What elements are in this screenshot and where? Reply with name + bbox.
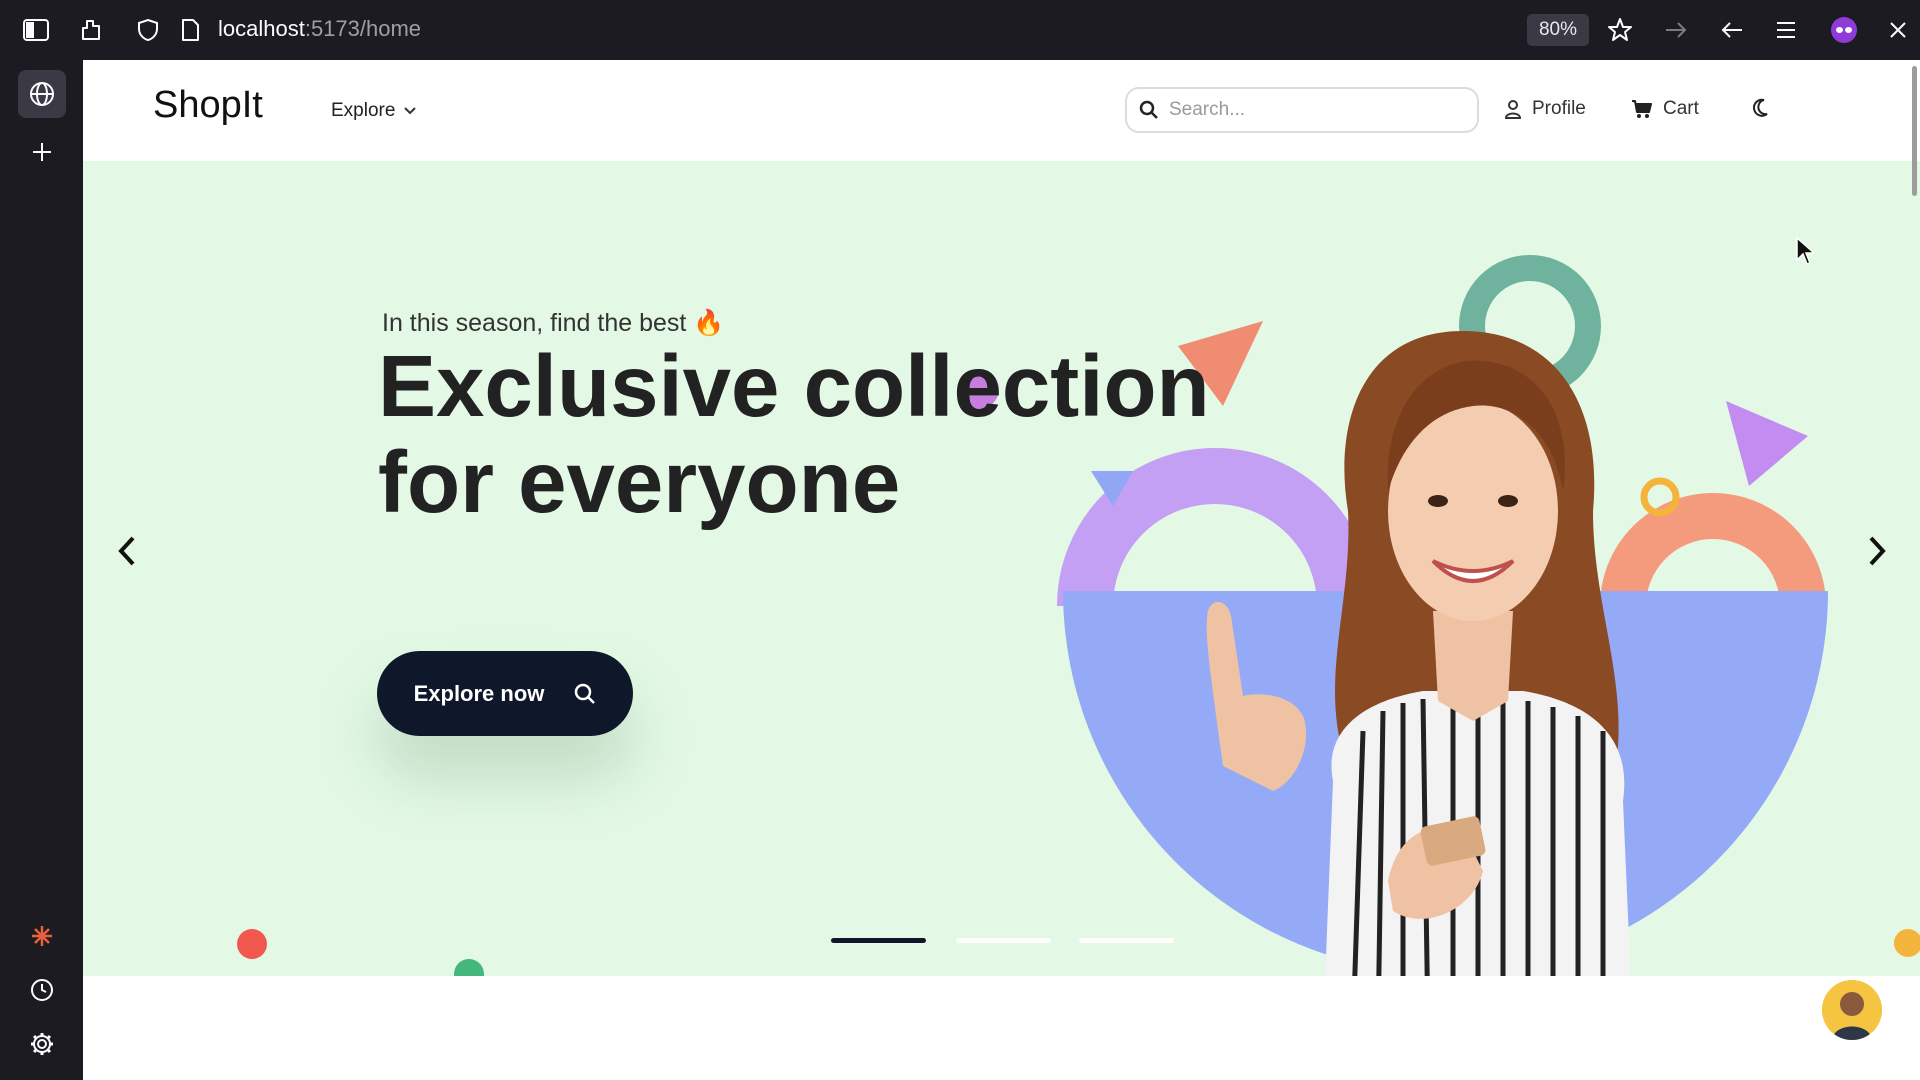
chevron-right-icon <box>1869 536 1886 566</box>
carousel-indicator-2[interactable] <box>956 938 1051 943</box>
hero-title-line-1: Exclusive collection <box>378 338 1210 435</box>
web-page: ShopIt Explore Profile Cart <box>83 60 1920 1080</box>
carousel-next-button[interactable] <box>1857 531 1897 571</box>
user-icon <box>1504 100 1522 119</box>
extensions-icon[interactable] <box>75 14 107 46</box>
sparkle-icon[interactable] <box>18 912 66 960</box>
hero-carousel: In this season, find the best 🔥 Exclusiv… <box>83 161 1920 976</box>
close-icon[interactable] <box>1882 14 1914 46</box>
explore-dropdown[interactable]: Explore <box>331 100 417 122</box>
chevron-left-icon <box>118 536 135 566</box>
page-icon <box>174 14 206 46</box>
cart-icon <box>1632 100 1652 118</box>
search-icon <box>575 683 596 704</box>
explore-now-label: Explore now <box>413 680 545 706</box>
settings-icon[interactable] <box>18 1020 66 1068</box>
search-input[interactable] <box>1169 99 1459 121</box>
carousel-indicator-3[interactable] <box>1079 938 1174 943</box>
purple-triangle-shape <box>1726 401 1808 486</box>
site-navbar: ShopIt Explore Profile Cart <box>83 60 1920 161</box>
orange-dot <box>1894 929 1920 957</box>
menu-icon[interactable] <box>1770 14 1802 46</box>
url-host: localhost <box>218 16 305 41</box>
url-path: :5173/home <box>304 16 422 41</box>
carousel-prev-button[interactable] <box>107 531 147 571</box>
site-logo[interactable]: ShopIt <box>153 84 263 127</box>
sidebar-toggle-icon[interactable] <box>20 14 52 46</box>
address-bar[interactable]: localhost:5173/home <box>218 16 421 42</box>
cart-link[interactable]: Cart <box>1631 98 1699 120</box>
explore-label: Explore <box>331 100 396 121</box>
search-icon <box>1139 100 1158 119</box>
green-dot <box>454 959 484 976</box>
page-scrollbar[interactable] <box>1912 66 1917 196</box>
moon-icon <box>1753 98 1768 117</box>
plus-icon[interactable] <box>18 128 66 176</box>
profile-link[interactable]: Profile <box>1504 98 1586 120</box>
dark-mode-toggle[interactable] <box>1751 98 1769 118</box>
carousel-indicator-1[interactable] <box>831 938 926 943</box>
hero-subtitle: In this season, find the best 🔥 <box>382 309 725 337</box>
chevron-down-icon <box>404 107 417 115</box>
profile-label: Profile <box>1532 98 1586 119</box>
shield-icon[interactable] <box>132 14 164 46</box>
back-icon[interactable] <box>1716 14 1748 46</box>
search-box[interactable] <box>1125 87 1479 133</box>
hero-title: Exclusive collection for everyone <box>378 339 1278 531</box>
red-dot <box>237 929 267 959</box>
star-icon[interactable] <box>1604 14 1636 46</box>
explore-now-button[interactable]: Explore now <box>377 651 633 736</box>
globe-icon[interactable] <box>18 70 66 118</box>
private-mask-icon[interactable] <box>1828 14 1860 46</box>
browser-toolbar: localhost:5173/home 80% <box>0 0 1920 60</box>
mouse-cursor-icon <box>1796 236 1815 265</box>
zoom-level[interactable]: 80% <box>1527 14 1589 46</box>
hero-title-line-2: for everyone <box>378 434 901 531</box>
forward-icon[interactable] <box>1660 14 1692 46</box>
avatar <box>1822 980 1882 1040</box>
browser-sidebar <box>0 60 83 1080</box>
history-icon[interactable] <box>18 966 66 1014</box>
cart-label: Cart <box>1663 98 1699 119</box>
